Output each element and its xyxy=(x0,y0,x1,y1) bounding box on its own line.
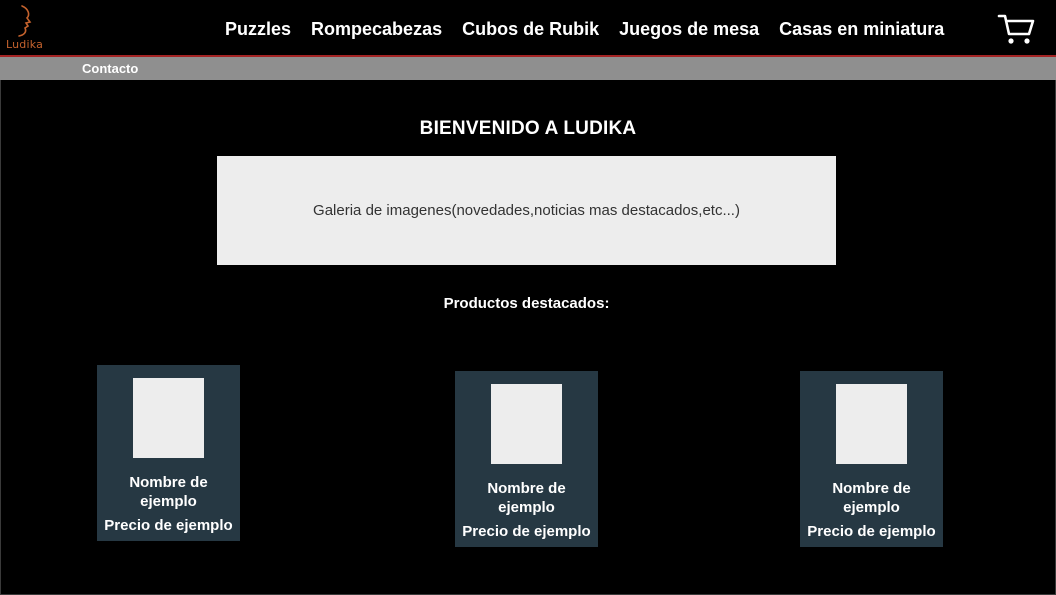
nav-item-casas-en-miniatura[interactable]: Casas en miniatura xyxy=(779,19,944,40)
image-gallery[interactable]: Galeria de imagenes(novedades,noticias m… xyxy=(217,156,836,265)
nav-item-cubos-de-rubik[interactable]: Cubos de Rubik xyxy=(462,19,599,40)
product-card[interactable]: Nombre de ejemplo Precio de ejemplo xyxy=(800,371,943,547)
product-image-placeholder xyxy=(836,384,907,464)
welcome-heading: BIENVENIDO A LUDIKA xyxy=(419,118,637,139)
product-name: Nombre de ejemplo xyxy=(832,480,911,516)
featured-products-title: Productos destacados: xyxy=(443,295,610,312)
product-image-placeholder xyxy=(133,378,204,458)
logo-text: Ludika xyxy=(6,38,44,51)
gallery-placeholder-text: Galeria de imagenes(novedades,noticias m… xyxy=(313,202,740,219)
product-price: Precio de ejemplo xyxy=(104,517,233,534)
product-image-placeholder xyxy=(491,384,562,464)
main-nav: Puzzles Rompecabezas Cubos de Rubik Jueg… xyxy=(225,19,964,40)
product-price: Precio de ejemplo xyxy=(807,523,936,540)
product-price: Precio de ejemplo xyxy=(462,523,591,540)
product-card[interactable]: Nombre de ejemplo Precio de ejemplo xyxy=(455,371,598,547)
shopping-cart-icon[interactable] xyxy=(997,12,1035,46)
face-profile-icon xyxy=(18,5,32,37)
contact-link[interactable]: Contacto xyxy=(82,61,138,76)
nav-item-juegos-de-mesa[interactable]: Juegos de mesa xyxy=(619,19,759,40)
nav-item-rompecabezas[interactable]: Rompecabezas xyxy=(311,19,442,40)
product-name: Nombre de ejemplo xyxy=(487,480,566,516)
product-name: Nombre de ejemplo xyxy=(129,474,208,510)
ludika-logo[interactable]: Ludika xyxy=(4,4,44,54)
product-card[interactable]: Nombre de ejemplo Precio de ejemplo xyxy=(97,365,240,541)
site-header: Ludika Puzzles Rompecabezas Cubos de Rub… xyxy=(0,0,1056,56)
secondary-nav-bar: Contacto xyxy=(0,57,1056,80)
nav-item-puzzles[interactable]: Puzzles xyxy=(225,19,291,40)
